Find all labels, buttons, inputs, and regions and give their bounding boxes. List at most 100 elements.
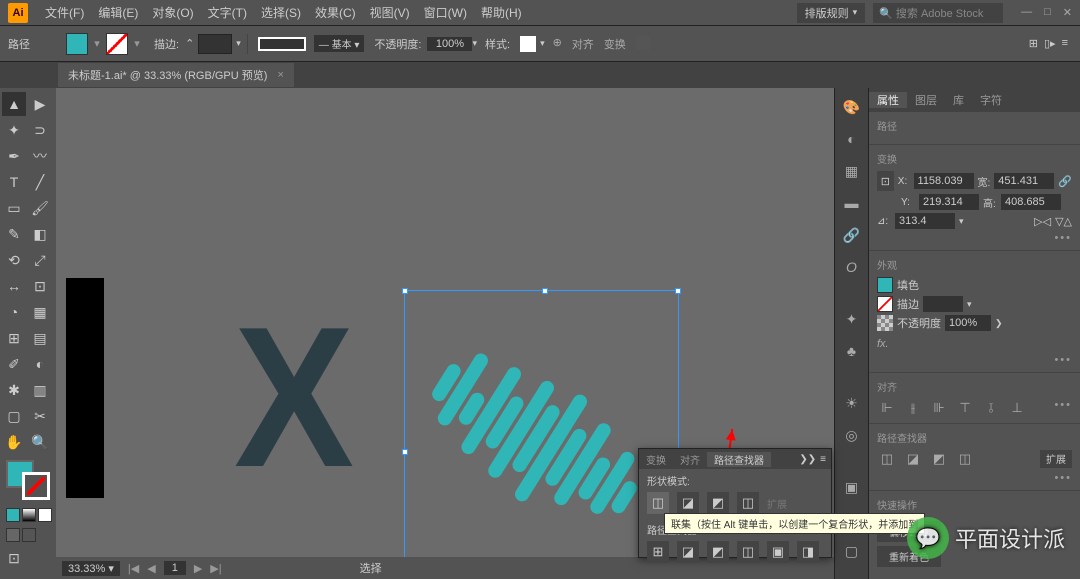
pathfinder-more[interactable]: ••• xyxy=(1054,472,1072,484)
prefs-icon[interactable]: ▯▸ xyxy=(1044,37,1056,50)
shaper-tool[interactable]: ✎ xyxy=(2,222,26,246)
merge-button[interactable]: ◩ xyxy=(707,541,729,563)
align-bottom-icon[interactable]: ⊥ xyxy=(1007,399,1027,417)
pen-tool[interactable]: ✒ xyxy=(2,144,26,168)
curvature-tool[interactable]: 〰 xyxy=(28,144,52,168)
document-tab[interactable]: 未标题-1.ai* @ 33.33% (RGB/GPU 预览) × xyxy=(58,63,294,87)
divide-button[interactable]: ⊞ xyxy=(647,541,669,563)
minimize-button[interactable]: — xyxy=(1021,6,1032,19)
stroke-profile[interactable] xyxy=(258,37,306,51)
width-tool[interactable]: ↔ xyxy=(2,274,26,298)
blend-tool[interactable]: ◐ xyxy=(28,352,52,376)
brushes-icon[interactable]: ▬ xyxy=(841,192,863,214)
pathfinder-tab[interactable]: 路径查找器 xyxy=(707,452,771,467)
align-link[interactable]: 对齐 xyxy=(572,36,594,52)
scale-tool[interactable]: ⤢ xyxy=(28,248,52,272)
menu-edit[interactable]: 编辑(E) xyxy=(91,4,145,21)
maximize-button[interactable]: □ xyxy=(1044,6,1051,19)
rectangle-tool[interactable]: ▭ xyxy=(2,196,26,220)
appearance-icon[interactable]: ☀ xyxy=(841,392,863,414)
align-top-icon[interactable]: ⊤ xyxy=(955,399,975,417)
stroke-units[interactable]: ▾ xyxy=(236,38,241,49)
gradient-mode[interactable] xyxy=(22,508,36,522)
type-tool[interactable]: T xyxy=(2,170,26,194)
paintbrush-tool[interactable]: 🖌 xyxy=(28,196,52,220)
width-input[interactable] xyxy=(994,173,1054,189)
fx-button[interactable]: fx. xyxy=(877,334,1072,354)
menu-window[interactable]: 窗口(W) xyxy=(417,4,474,21)
gradient-panel-icon[interactable]: ✦ xyxy=(841,308,863,330)
symbols-icon[interactable]: 🔗 xyxy=(841,224,863,246)
zoom-tool[interactable]: 🔍 xyxy=(28,430,52,454)
color-guide-icon[interactable]: ◐ xyxy=(841,128,863,150)
menu-view[interactable]: 视图(V) xyxy=(363,4,417,21)
unite-button[interactable]: ◫ xyxy=(647,492,669,514)
stroke-dropdown[interactable]: ▾ xyxy=(128,33,146,55)
layers-tab[interactable]: 图层 xyxy=(907,92,945,108)
menu-select[interactable]: 选择(S) xyxy=(254,4,308,21)
zoom-dropdown[interactable]: 33.33% ▾ xyxy=(62,561,120,576)
rotate-tool[interactable]: ⟲ xyxy=(2,248,26,272)
flip-h-icon[interactable]: ▷◁ xyxy=(1034,215,1051,228)
opacity-input[interactable]: 100% xyxy=(427,37,472,51)
intersect-button[interactable]: ◩ xyxy=(707,492,729,514)
fill-swatch[interactable] xyxy=(66,33,88,55)
minus-front-button[interactable]: ◪ xyxy=(677,492,699,514)
y-input[interactable] xyxy=(919,194,979,210)
search-input[interactable]: 🔍 搜索 Adobe Stock xyxy=(873,3,1003,23)
prev-artboard[interactable]: ◀ xyxy=(147,562,155,575)
direct-selection-tool[interactable]: ▶ xyxy=(28,92,52,116)
draw-behind[interactable] xyxy=(22,528,36,542)
hand-tool[interactable]: ✋ xyxy=(2,430,26,454)
expand-shape-button[interactable]: 扩展 xyxy=(767,496,787,511)
stroke-width-input[interactable] xyxy=(198,34,232,54)
first-artboard[interactable]: |◀ xyxy=(128,562,139,575)
color-panel-icon[interactable]: 🎨 xyxy=(841,96,863,118)
arrange-dropdown[interactable]: 排版规则▾ xyxy=(797,3,866,23)
graphic-styles-icon[interactable]: ◎ xyxy=(841,424,863,446)
brush-definition[interactable]: — 基本 ▾ xyxy=(314,35,365,52)
expand-button[interactable]: 扩展 xyxy=(1040,450,1072,468)
panel-menu[interactable]: ≡ xyxy=(820,454,826,465)
tab-close-icon[interactable]: × xyxy=(277,69,283,81)
doc-setup-icon[interactable]: ⊞ xyxy=(1029,37,1038,50)
libraries-tab[interactable]: 库 xyxy=(945,92,972,108)
minus-back-button[interactable]: ◨ xyxy=(797,541,819,563)
properties-tab[interactable]: 属性 xyxy=(869,92,907,108)
gradient-tool[interactable]: ▤ xyxy=(28,326,52,350)
crop-button[interactable]: ◫ xyxy=(737,541,759,563)
shape-builder-tool[interactable]: ◔ xyxy=(2,300,26,324)
intersect-icon[interactable]: ◩ xyxy=(929,450,949,468)
graph-tool[interactable]: ▥ xyxy=(28,378,52,402)
unite-icon[interactable]: ◫ xyxy=(877,450,897,468)
x-input[interactable] xyxy=(914,173,974,189)
character-tab[interactable]: 字符 xyxy=(972,92,1010,108)
screen-mode[interactable]: ⊡ xyxy=(2,546,26,570)
isolate-icon[interactable] xyxy=(636,36,650,50)
exclude-icon[interactable]: ◫ xyxy=(955,450,975,468)
symbol-sprayer-tool[interactable]: ✱ xyxy=(2,378,26,402)
trim-button[interactable]: ◪ xyxy=(677,541,699,563)
align-hcenter-icon[interactable]: ⫲ xyxy=(903,399,923,417)
outline-button[interactable]: ▣ xyxy=(767,541,789,563)
transparency-icon[interactable]: ♣ xyxy=(841,340,863,362)
line-tool[interactable]: ╱ xyxy=(28,170,52,194)
fill-color[interactable] xyxy=(877,277,893,293)
fill-stroke-swatches[interactable] xyxy=(6,460,50,500)
style-dropdown[interactable]: ▾ xyxy=(540,38,545,49)
transform-tab[interactable]: 变换 xyxy=(639,452,673,467)
menu-help[interactable]: 帮助(H) xyxy=(474,4,529,21)
height-input[interactable] xyxy=(1001,194,1061,210)
panel-collapse[interactable]: ❯❯ xyxy=(799,454,816,465)
transform-more[interactable]: ••• xyxy=(1054,232,1072,244)
stroke-panel-icon[interactable]: O xyxy=(841,256,863,278)
mesh-tool[interactable]: ⊞ xyxy=(2,326,26,350)
artboard-tool[interactable]: ▢ xyxy=(2,404,26,428)
selection-tool[interactable]: ▲ xyxy=(2,92,26,116)
menu-type[interactable]: 文字(T) xyxy=(201,4,254,21)
stroke-color[interactable] xyxy=(877,296,893,312)
swatches-icon[interactable]: ▦ xyxy=(841,160,863,182)
align-right-icon[interactable]: ⊪ xyxy=(929,399,949,417)
menu-file[interactable]: 文件(F) xyxy=(38,4,91,21)
next-artboard[interactable]: ▶ xyxy=(194,562,202,575)
